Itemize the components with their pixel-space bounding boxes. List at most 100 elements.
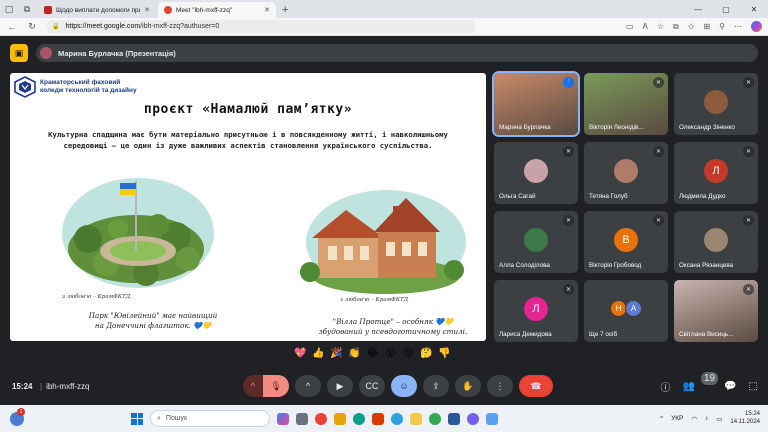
copilot-icon[interactable]	[751, 21, 762, 32]
participant-name: Ольга Сагай	[499, 193, 536, 200]
task-view-icon[interactable]	[296, 412, 308, 425]
slide-lead-text: Культурна спадщина має бути матеріально …	[48, 130, 448, 151]
cast-icon[interactable]: ▭	[626, 22, 634, 31]
park-caption: Парк "Ювілейний" має найвищий на Донеччи…	[88, 311, 218, 330]
battery-icon[interactable]: ▭	[716, 415, 722, 423]
mic-off-icon[interactable]: 🎙	[263, 375, 289, 397]
photos-icon[interactable]	[486, 412, 498, 425]
split-screen-icon[interactable]: ⧉	[673, 22, 679, 32]
participant-tile[interactable]: ✕ Світлана Висиць...	[674, 280, 758, 342]
presentation-slide: Краматорський фаховий коледж технологій …	[10, 73, 486, 341]
reaction-emoji-icon[interactable]: 😢	[402, 348, 415, 359]
participant-name: Марина Бурлачка	[499, 124, 551, 131]
people-icon[interactable]: 👥19	[683, 371, 719, 392]
activities-icon[interactable]: ⬚	[749, 381, 758, 392]
copilot-app-icon[interactable]	[277, 412, 289, 425]
chrome-alt-icon[interactable]	[429, 412, 441, 425]
camera-options-chevron-icon[interactable]: ^	[295, 375, 321, 397]
favorites-icon[interactable]: ✩	[688, 22, 695, 31]
mic-muted-icon: ✕	[743, 77, 754, 88]
participant-tile[interactable]: ✕ Тетяна Голуб	[584, 142, 668, 204]
participant-name: Олександр Зіненко	[679, 124, 735, 131]
read-aloud-icon[interactable]: A	[643, 22, 648, 31]
participant-tile[interactable]: ✕ Вікторія Леонідів...	[584, 73, 668, 135]
workspaces-icon[interactable]: ⧉	[18, 0, 36, 18]
meeting-info-icon[interactable]: ⓘ	[661, 379, 671, 394]
search-icon: ⌕	[157, 414, 161, 422]
tab-actions-icon[interactable]: ▢	[0, 0, 18, 18]
window-controls: — ▢ ✕	[684, 0, 768, 18]
mic-muted-icon: ✕	[563, 215, 574, 226]
back-icon[interactable]: ←	[6, 22, 18, 32]
chrome-icon[interactable]	[315, 412, 327, 425]
file-explorer-icon[interactable]	[410, 412, 422, 425]
minimize-icon[interactable]: —	[684, 0, 712, 18]
participant-name: Світлана Висиць...	[679, 331, 734, 338]
store-icon[interactable]	[334, 412, 346, 425]
reactions-bar: 💖 👍 🎉 👏 😂 😮 😢 🤔 👎	[294, 344, 451, 362]
viber-icon[interactable]	[467, 412, 479, 425]
browser-tab-2[interactable]: Meet "ibh-mxff-zzq" ✕	[158, 2, 276, 18]
extensions-icon[interactable]: ⚲	[719, 22, 725, 31]
collections-icon[interactable]: ⊞	[703, 22, 710, 31]
hang-up-icon[interactable]: ☎	[519, 375, 553, 397]
wifi-icon[interactable]: ◠	[691, 415, 697, 423]
new-tab-button[interactable]: +	[282, 4, 288, 16]
meeting-controls-bar: 15:24 ibh-mxff-zzq ^ 🎙 ^ ▶ CC ☺ ⇪ ✋ ⋮ ☎ …	[0, 367, 768, 405]
avatar	[524, 227, 548, 252]
camera-icon[interactable]: ▶	[327, 375, 353, 397]
windows-taskbar: 1 ⌕ Пошук ^ УКР ◠ ♪ ▭ 15:24 14.11.2024	[0, 405, 768, 432]
refresh-icon[interactable]: ↻	[26, 21, 38, 32]
windows-start-icon[interactable]	[131, 412, 143, 425]
reaction-emoji-icon[interactable]: 👍	[312, 348, 325, 359]
reaction-emoji-icon[interactable]: 😂	[366, 348, 379, 359]
participant-tile[interactable]: ✕ Ольга Сагай	[494, 142, 578, 204]
reaction-emoji-icon[interactable]: 😮	[384, 348, 397, 359]
chat-icon[interactable]: 💬	[724, 381, 736, 392]
lock-icon[interactable]: 🔒	[52, 23, 59, 30]
participant-tile[interactable]: Л ✕ Людмила Дудко	[674, 142, 758, 204]
captions-icon[interactable]: CC	[359, 375, 385, 397]
participant-tile[interactable]: ⫶ Марина Бурлачка	[492, 71, 580, 137]
favorite-icon[interactable]: ☆	[657, 22, 664, 31]
participant-tile[interactable]: ✕ Алла Солоділова	[494, 211, 578, 273]
audio-settings-chevron-icon[interactable]: ^	[243, 375, 263, 397]
more-options-icon[interactable]: ⋮	[487, 375, 513, 397]
more-avatars: Н А	[610, 299, 642, 317]
pdf-favicon-icon	[44, 6, 52, 14]
close-tab-icon[interactable]: ✕	[264, 6, 270, 14]
language-indicator[interactable]: УКР	[671, 415, 683, 422]
browser-tab-bar: ▢ ⧉ Щодо виплати допомоги при п... ✕ Mee…	[0, 0, 768, 18]
presenter-pill[interactable]: Марина Бурлачка (Презентація)	[36, 44, 758, 62]
reaction-emoji-icon[interactable]: 💖	[294, 348, 307, 359]
url-field[interactable]: 🔒 https://meet.google.com/ibh-mxff-zzq?a…	[46, 20, 476, 33]
tray-chevron-icon[interactable]: ^	[660, 415, 663, 422]
college-logo-icon	[14, 76, 36, 98]
word-icon[interactable]	[448, 412, 460, 425]
participant-tile[interactable]: Л ✕ Лариса Демидова	[494, 280, 578, 342]
office-icon[interactable]	[372, 412, 384, 425]
participant-tile[interactable]: В ✕ Вікторія Гробовод	[584, 211, 668, 273]
close-tab-icon[interactable]: ✕	[144, 6, 150, 14]
reaction-emoji-icon[interactable]: 🎉	[330, 348, 343, 359]
taskbar-search-input[interactable]: ⌕ Пошук	[150, 410, 270, 427]
reaction-emoji-icon[interactable]: 👏	[348, 348, 361, 359]
participant-tile[interactable]: ✕ Олександр Зіненко	[674, 73, 758, 135]
present-screen-icon[interactable]: ⇪	[423, 375, 449, 397]
edge-icon[interactable]	[353, 412, 365, 425]
reaction-emoji-icon[interactable]: 👎	[438, 348, 451, 359]
volume-icon[interactable]: ♪	[705, 415, 708, 422]
clock[interactable]: 15:24 14.11.2024	[730, 411, 760, 426]
close-window-icon[interactable]: ✕	[740, 0, 768, 18]
participant-tile[interactable]: Н А Ще 7 осіб	[584, 280, 668, 342]
presenting-icon[interactable]: ▣	[10, 44, 28, 62]
search-placeholder: Пошук	[165, 415, 188, 422]
reaction-emoji-icon[interactable]: 🤔	[420, 348, 433, 359]
more-icon[interactable]: ⋯	[734, 22, 742, 31]
participant-tile[interactable]: ✕ Оксана Рязанцева	[674, 211, 758, 273]
telegram-icon[interactable]	[391, 412, 403, 425]
maximize-icon[interactable]: ▢	[712, 0, 740, 18]
browser-tab-1[interactable]: Щодо виплати допомоги при п... ✕	[38, 2, 156, 18]
emoji-icon[interactable]: ☺	[391, 375, 417, 397]
raise-hand-icon[interactable]: ✋	[455, 375, 481, 397]
